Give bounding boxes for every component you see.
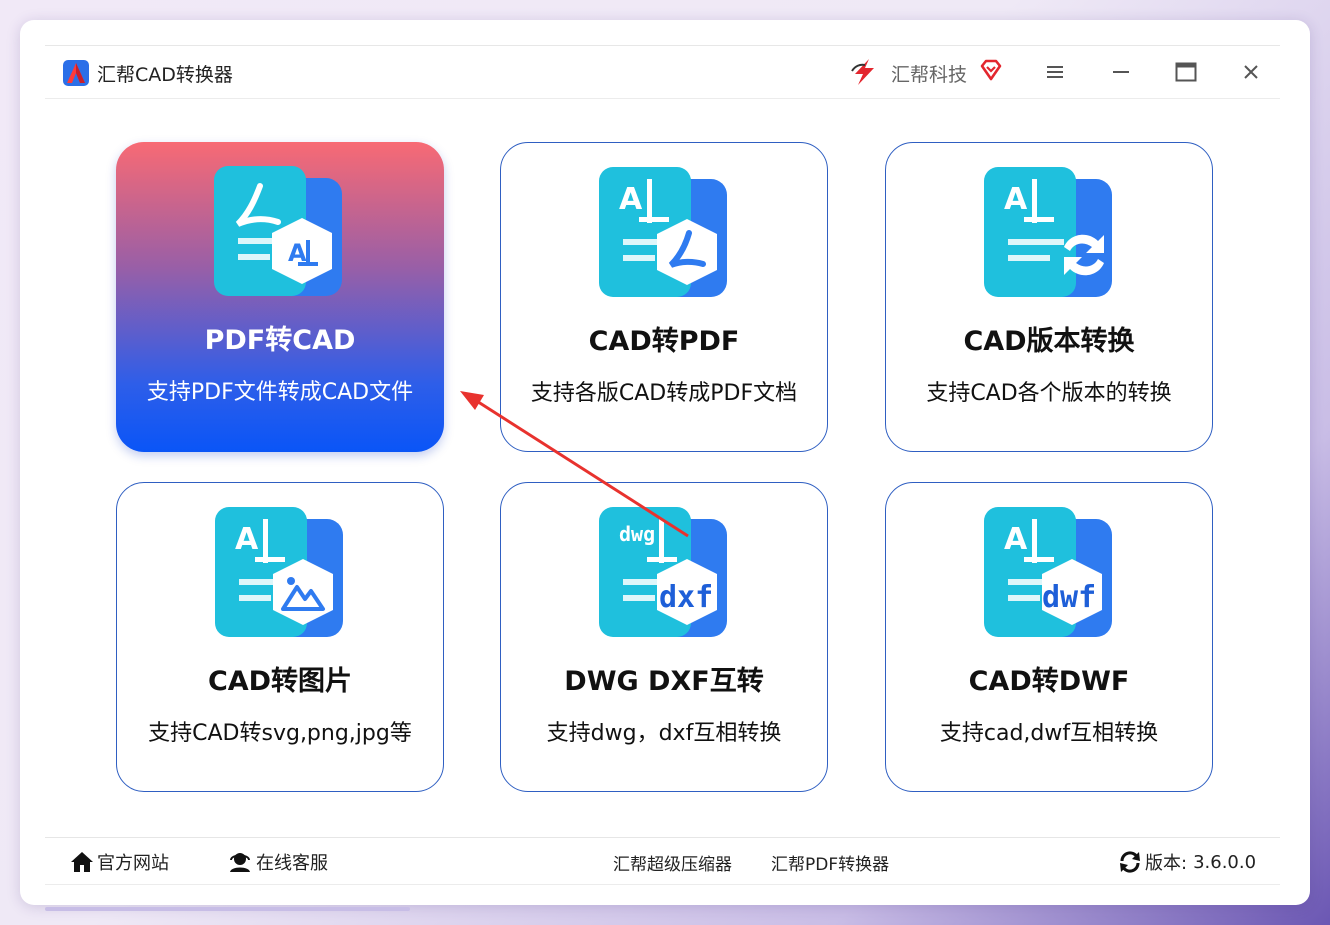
- version-label: 版本:: [1145, 853, 1188, 874]
- card-title: CAD转PDF: [588, 326, 740, 357]
- online-service-link[interactable]: 在线客服: [227, 850, 328, 874]
- footer-bar: 官方网站 在线客服 汇帮超级压缩器 汇帮PDF转换器 版本: 3.6.0.0: [45, 837, 1280, 885]
- brand-name: 汇帮科技: [891, 64, 968, 86]
- vip-diamond-icon[interactable]: [978, 57, 1004, 83]
- online-service-label: 在线客服: [256, 853, 328, 874]
- cad-version-convert-icon: A: [984, 167, 1112, 297]
- card-cad-version-convert[interactable]: A CAD版本转换 支持CAD各个版本的转换: [885, 142, 1213, 452]
- card-title: PDF转CAD: [204, 325, 356, 356]
- home-icon: [71, 852, 93, 872]
- card-description: 支持CAD各个版本的转换: [926, 381, 1172, 406]
- card-description: 支持cad,dwf互相转换: [939, 721, 1159, 746]
- app-title: 汇帮CAD转换器: [97, 64, 233, 86]
- card-title: CAD版本转换: [963, 326, 1135, 357]
- maximize-icon: [1175, 62, 1197, 82]
- card-description: 支持各版CAD转成PDF文档: [530, 381, 798, 406]
- cad-to-dwf-icon: A dwf: [984, 507, 1112, 637]
- card-pdf-to-cad[interactable]: A PDF转CAD 支持PDF文件转成CAD文件: [116, 142, 444, 452]
- card-dwg-dxf-convert[interactable]: dwg dxf DWG DXF互转 支持dwg，dxf互相转换: [500, 482, 828, 792]
- close-icon: [1244, 65, 1258, 79]
- card-title: CAD转DWF: [968, 666, 1130, 697]
- title-bar: 汇帮CAD转换器 汇帮科技: [45, 45, 1280, 99]
- card-cad-to-dwf[interactable]: A dwf CAD转DWF 支持cad,dwf互相转换: [885, 482, 1213, 792]
- pdf-converter-link[interactable]: 汇帮PDF转换器: [771, 850, 889, 875]
- svg-text:A: A: [1004, 182, 1028, 217]
- version-value: 3.6.0.0: [1193, 851, 1257, 873]
- version-info: 版本: 3.6.0.0: [1118, 850, 1256, 874]
- dxf-badge-text: dxf: [659, 580, 713, 615]
- cad-to-pdf-icon: A: [599, 167, 727, 297]
- card-description: 支持dwg，dxf互相转换: [546, 721, 782, 746]
- hamburger-icon: [1047, 66, 1063, 78]
- refresh-icon[interactable]: [1118, 851, 1142, 873]
- svg-text:A: A: [619, 182, 643, 217]
- maximize-button[interactable]: [1171, 58, 1201, 86]
- app-logo-icon: [63, 60, 89, 86]
- official-website-link[interactable]: 官方网站: [70, 850, 169, 874]
- svg-text:A: A: [1004, 522, 1028, 557]
- compressor-link[interactable]: 汇帮超级压缩器: [613, 850, 732, 875]
- card-cad-to-pdf[interactable]: A CAD转PDF 支持各版CAD转成PDF文档: [500, 142, 828, 452]
- taskbar-strip: [45, 907, 410, 911]
- customer-service-icon: [230, 853, 250, 872]
- app-window: 汇帮CAD转换器 汇帮科技 A PDF转CAD 支持PDF文件转成CAD文件 A…: [20, 20, 1310, 905]
- official-website-label: 官方网站: [97, 853, 169, 874]
- close-button[interactable]: [1236, 58, 1266, 86]
- card-cad-to-image[interactable]: A CAD转图片 支持CAD转svg,png,jpg等: [116, 482, 444, 792]
- brand-logo-icon: [851, 59, 874, 85]
- cad-to-image-icon: A: [215, 507, 343, 637]
- pdf-to-cad-icon: A: [214, 166, 342, 296]
- svg-text:A: A: [235, 522, 259, 557]
- dwf-badge-text: dwf: [1042, 580, 1096, 615]
- card-description: 支持PDF文件转成CAD文件: [146, 380, 414, 405]
- dwg-badge-text: dwg: [619, 522, 655, 546]
- dwg-dxf-convert-icon: dwg dxf: [599, 507, 727, 637]
- card-title: CAD转图片: [207, 666, 353, 697]
- minimize-button[interactable]: [1106, 58, 1136, 86]
- card-description: 支持CAD转svg,png,jpg等: [148, 721, 412, 746]
- card-title: DWG DXF互转: [564, 666, 764, 697]
- menu-button[interactable]: [1040, 58, 1070, 86]
- minimize-icon: [1113, 71, 1129, 73]
